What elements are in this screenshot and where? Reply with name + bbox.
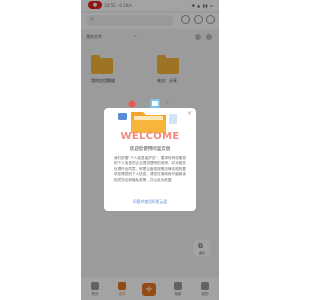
illustration-music-note: ♪: [166, 99, 170, 106]
illustration-chat-bubble: [118, 113, 127, 120]
welcome-dialog: ♪ × WELCOME 欢迎您使用阿里云盘 我们依据“个人信息保护法”，要求所有…: [104, 99, 196, 211]
agree-button[interactable]: 同意并使用阿里云盘: [104, 199, 196, 205]
folder-icon: [131, 112, 166, 133]
illustration-bubble-red: [128, 100, 136, 108]
dialog-title: 欢迎您使用阿里云盘: [129, 147, 171, 152]
illustration-photo-card: [150, 99, 160, 108]
welcome-heading: WELCOME: [120, 131, 180, 142]
svg-text:♪: ♪: [166, 99, 170, 106]
phone-screen: ● 10:55 · 0.1K/s ✱ ▲ ▮▮ ▭ ⌕ 我的文件 ⌄ 我的应用数…: [81, 0, 219, 300]
close-icon[interactable]: ×: [187, 110, 192, 117]
illustration-doc: [169, 114, 177, 124]
dialog-body: 我们依据“个人信息保护法”，要求所有收集您的个人信息的企业提供透明的说明，并对相…: [114, 156, 187, 182]
